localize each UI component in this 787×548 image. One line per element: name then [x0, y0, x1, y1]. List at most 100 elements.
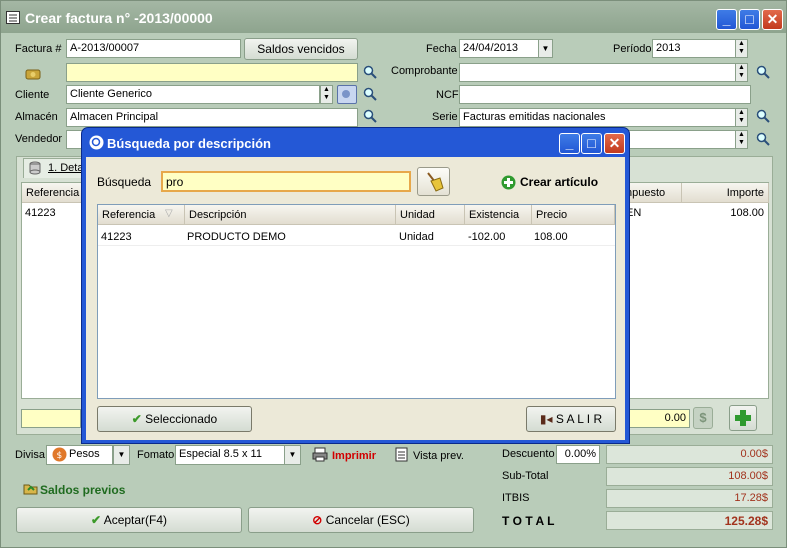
maximize-button[interactable]: □	[739, 9, 760, 30]
plus-icon	[735, 410, 751, 426]
ncf-field[interactable]	[459, 85, 751, 104]
search-icon[interactable]	[756, 109, 770, 123]
folder-icon	[23, 484, 38, 495]
descuento-label: Descuento	[502, 448, 555, 460]
form-icon	[6, 11, 20, 24]
fecha-field[interactable]: 24/04/2013	[459, 39, 539, 58]
busqueda-label: Búsqueda	[97, 175, 152, 189]
saldos-vencidos-button[interactable]: Saldos vencidos	[244, 38, 358, 60]
chevron-down-icon[interactable]: ▼	[113, 445, 130, 465]
descuento-percent[interactable]: 0.00%	[556, 445, 600, 464]
dialog-maximize-button[interactable]: □	[581, 133, 602, 154]
seleccionado-button-label: Seleccionado	[145, 412, 218, 426]
serie-spinner[interactable]: ▲ ▼	[735, 108, 748, 127]
vendedor-spinner[interactable]: ▲ ▼	[735, 130, 748, 149]
chevron-down-icon[interactable]: ▼	[538, 39, 553, 58]
cell-referencia: 41223	[101, 231, 132, 243]
detail-cell-referencia[interactable]: 41223	[25, 207, 56, 219]
vendedor-right-field[interactable]	[621, 130, 736, 149]
printer-icon	[312, 447, 328, 462]
itbis-label: ITBIS	[502, 492, 530, 504]
tab-detalle-label: 1. Deta	[48, 162, 84, 174]
col-precio[interactable]: Precio	[532, 205, 615, 225]
cliente-field[interactable]: Cliente Generico	[66, 85, 320, 104]
comprobante-field[interactable]	[459, 63, 736, 82]
search-icon[interactable]	[363, 109, 377, 123]
factura-label: Factura #	[15, 43, 62, 55]
comprobante-label: Comprobante	[391, 65, 458, 77]
broom-icon	[427, 172, 444, 192]
database-icon	[29, 161, 41, 175]
cliente-label: Cliente	[15, 89, 50, 101]
busqueda-input[interactable]: pro	[161, 171, 411, 192]
periodo-field[interactable]: 2013	[652, 39, 736, 58]
window-title-bar: Crear factura n° -2013/00000 _ □ ✕	[1, 1, 786, 33]
col-referencia[interactable]: Referencia	[22, 183, 82, 203]
col-descripcion[interactable]: Descripción	[185, 205, 396, 225]
search-field[interactable]	[66, 63, 358, 82]
minimize-button[interactable]: _	[716, 9, 737, 30]
col-unidad[interactable]: Unidad	[396, 205, 465, 225]
aceptar-button-label: Aceptar(F4)	[103, 513, 168, 527]
formato-label: Fomato	[137, 449, 175, 461]
vendedor-label: Vendedor	[15, 133, 63, 145]
dialog-minimize-button[interactable]: _	[559, 133, 580, 154]
chevron-down-icon[interactable]: ▼	[284, 445, 301, 465]
results-grid[interactable]: Referencia ▽ Descripción Unidad Existenc…	[97, 204, 616, 399]
subtotal-label: Sub-Total	[502, 470, 549, 482]
almacen-field[interactable]: Almacen Principal	[66, 108, 358, 127]
detail-cell-importe[interactable]: 108.00	[682, 207, 764, 219]
saldos-previos-link[interactable]: Saldos previos	[40, 483, 125, 497]
clear-search-button[interactable]	[417, 167, 450, 196]
serie-field[interactable]: Facturas emitidas nacionales	[459, 108, 736, 127]
cancelar-button-label: Cancelar (ESC)	[325, 513, 410, 527]
col-impuesto[interactable]: npuesto	[622, 183, 682, 203]
imprimir-link[interactable]: Imprimir	[332, 450, 376, 462]
dialog-body: Búsqueda pro Crear artículo Referencia ▽…	[86, 157, 625, 440]
total-label: T O T A L	[502, 514, 555, 528]
total-value: 125.28$	[606, 511, 773, 530]
details-footer-total: 0.00	[626, 409, 690, 428]
search-icon[interactable]	[756, 132, 770, 146]
aceptar-button[interactable]: ✔ Aceptar(F4)	[16, 507, 242, 533]
crear-articulo-link[interactable]: Crear artículo	[520, 175, 598, 189]
search-icon[interactable]	[756, 65, 770, 79]
search-icon[interactable]	[363, 65, 377, 79]
add-circle-icon	[501, 175, 516, 190]
cancel-icon: ⊘	[312, 513, 323, 527]
factura-field[interactable]: A-2013/00007	[66, 39, 241, 58]
money-icon	[25, 69, 41, 80]
cell-unidad: Unidad	[399, 231, 434, 243]
periodo-label: Período	[613, 43, 652, 55]
search-icon[interactable]	[363, 87, 377, 101]
fecha-label: Fecha	[426, 43, 457, 55]
sort-arrow-icon: ▽	[165, 208, 173, 219]
table-row[interactable]: 41223 PRODUCTO DEMO Unidad -102.00 108.0…	[98, 226, 615, 246]
search-icon	[89, 135, 104, 150]
dialog-title: Búsqueda por descripción	[107, 136, 271, 151]
window-title: Crear factura n° -2013/00000	[25, 10, 213, 26]
lookup-icon	[342, 90, 350, 98]
search-dialog: Búsqueda por descripción _ □ ✕ Búsqueda …	[81, 127, 630, 444]
almacen-label: Almacén	[15, 111, 58, 123]
cliente-spinner[interactable]: ▲ ▼	[320, 85, 333, 104]
vista-prev-link[interactable]: Vista prev.	[413, 450, 464, 462]
salir-button-label: S A L I R	[555, 412, 603, 426]
seleccionado-button[interactable]: ✔ Seleccionado	[97, 406, 252, 432]
invoice-window: Crear factura n° -2013/00000 _ □ ✕ Factu…	[0, 0, 787, 548]
salir-button[interactable]: ▮◂ S A L I R	[526, 406, 616, 432]
cliente-detail-button[interactable]	[337, 85, 357, 104]
close-button[interactable]: ✕	[762, 9, 783, 30]
add-line-button[interactable]	[729, 405, 757, 431]
divisa-label: Divisa	[15, 449, 45, 461]
dollar-button[interactable]: $	[693, 407, 713, 429]
comprobante-spinner[interactable]: ▲ ▼	[735, 63, 748, 82]
formato-field[interactable]: Especial 8.5 x 11	[175, 445, 285, 465]
col-existencia[interactable]: Existencia	[465, 205, 532, 225]
subtotal-value: 108.00$	[606, 467, 773, 486]
ncf-label: NCF	[436, 89, 459, 101]
dialog-close-button[interactable]: ✕	[604, 133, 625, 154]
cancelar-button[interactable]: ⊘ Cancelar (ESC)	[248, 507, 474, 533]
col-importe[interactable]: Importe	[682, 183, 769, 203]
periodo-spinner[interactable]: ▲ ▼	[735, 39, 748, 58]
